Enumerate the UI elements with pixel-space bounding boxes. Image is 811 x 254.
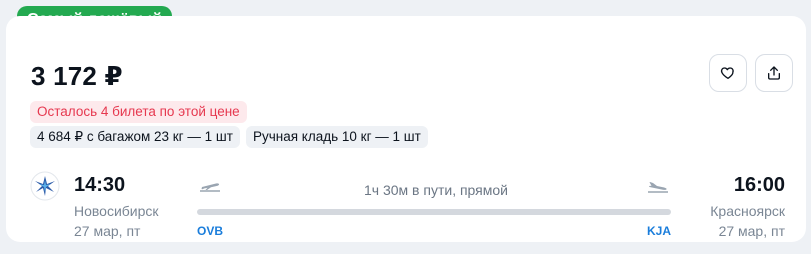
favorite-button[interactable] xyxy=(709,54,747,92)
arrival-date: 27 мар, пт xyxy=(718,223,785,239)
departure-iata: OVB xyxy=(197,224,224,238)
ticket-price: 3 172 ₽ xyxy=(31,61,123,91)
hand-luggage-option[interactable]: Ручная кладь 10 кг — 1 шт xyxy=(246,126,428,148)
baggage-option[interactable]: 4 684 ₽ с багажом 23 кг — 1 шт xyxy=(30,126,240,148)
arrival-iata: KJA xyxy=(647,224,672,238)
heart-icon xyxy=(720,67,734,79)
takeoff-icon xyxy=(200,183,220,192)
landing-icon xyxy=(648,182,668,193)
departure-date: 27 мар, пт xyxy=(74,223,141,239)
ticket-card[interactable]: 3 172 ₽ Осталось 4 билета по этой цене 4… xyxy=(6,16,806,242)
departure-city: Новосибирск xyxy=(74,203,159,219)
share-icon xyxy=(768,66,780,80)
arrival-city: Красноярск xyxy=(710,203,785,219)
departure-time: 14:30 xyxy=(74,174,126,196)
flight-duration: 1ч 30м в пути, прямой xyxy=(364,182,508,198)
route-line xyxy=(197,209,671,215)
share-button[interactable] xyxy=(755,54,793,92)
airline-logo xyxy=(30,171,60,201)
arrival-time: 16:00 xyxy=(733,174,785,196)
seats-left-notice: Осталось 4 билета по этой цене xyxy=(30,101,247,123)
